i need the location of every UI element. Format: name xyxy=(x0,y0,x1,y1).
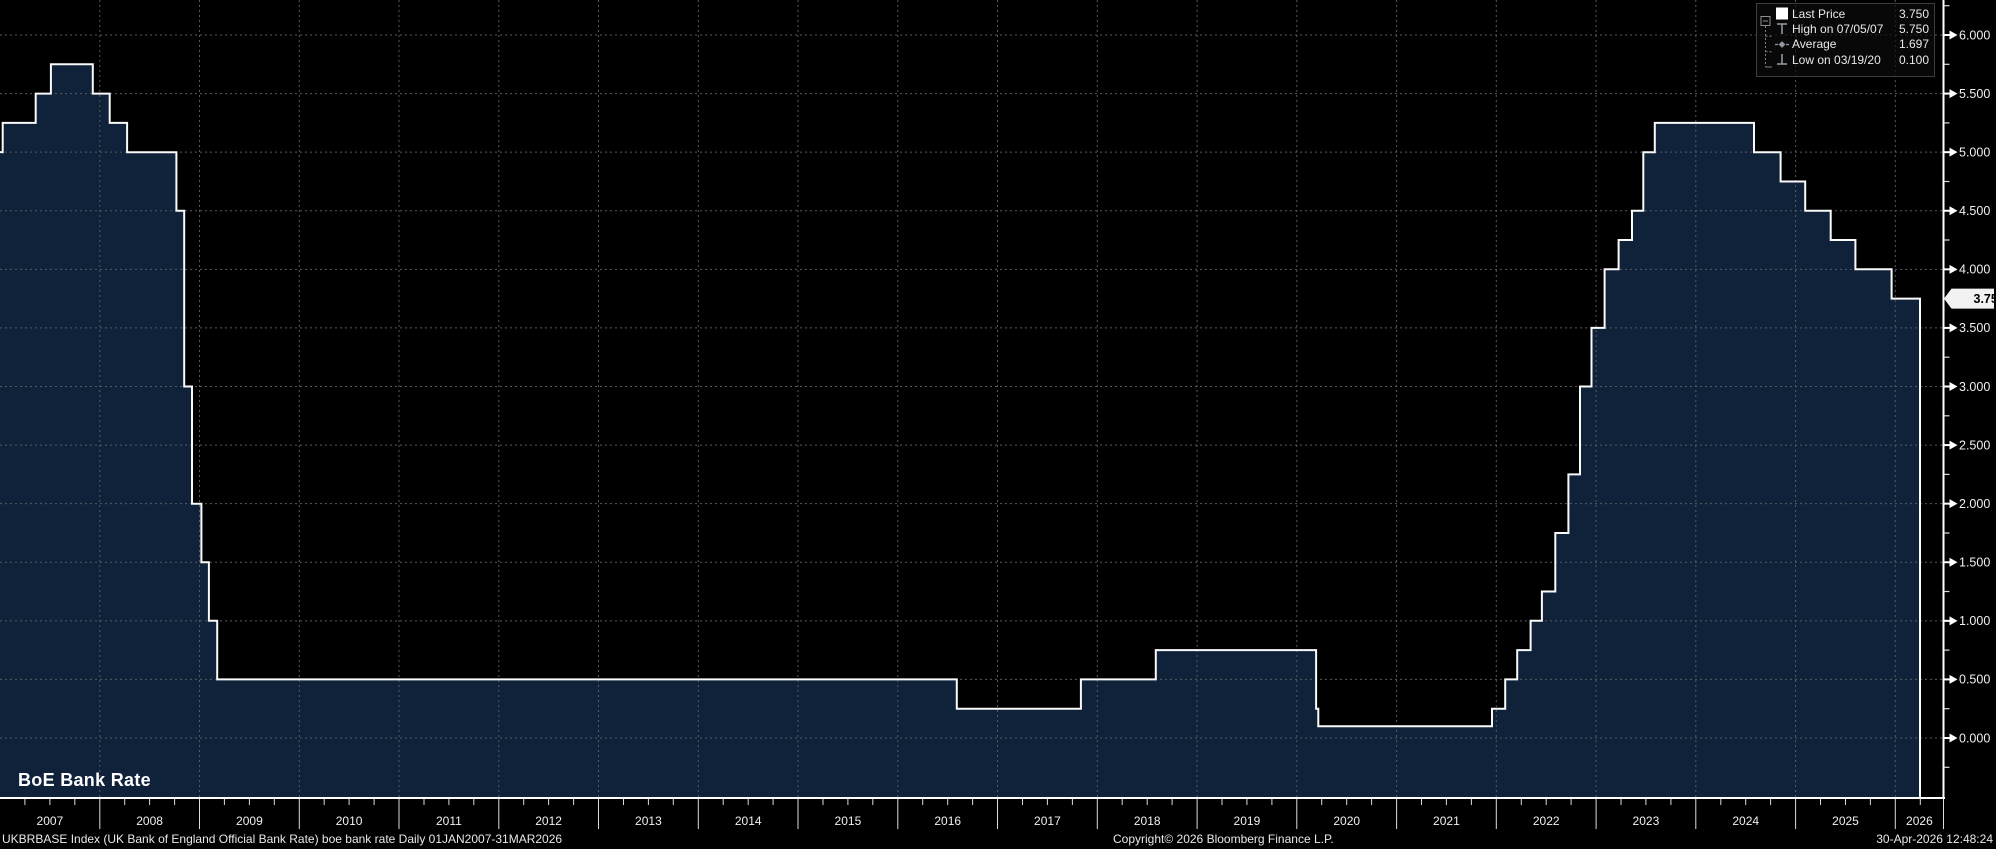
x-year-label: 2011 xyxy=(436,814,462,828)
x-year-label: 2007 xyxy=(37,814,64,828)
y-tick-arrow-icon xyxy=(1950,31,1958,40)
y-tick-arrow-icon xyxy=(1950,382,1958,391)
y-tick-label: 0.500 xyxy=(1959,673,1990,687)
last-price-badge-value: 3.750 xyxy=(1974,292,1996,306)
y-tick-label: 1.000 xyxy=(1959,614,1990,628)
y-tick-arrow-icon xyxy=(1950,206,1958,215)
area-fill xyxy=(0,64,1920,797)
y-tick-arrow-icon xyxy=(1950,265,1958,274)
low-marker-icon xyxy=(1775,53,1791,66)
legend-row-high-on-07-05-07[interactable]: High on 07/05/07 5.750 xyxy=(1757,21,1929,36)
x-year-label: 2020 xyxy=(1333,814,1360,828)
y-tick-label: 0.000 xyxy=(1959,731,1990,745)
bloomberg-chart-window: 2007 2008 2009 2010 2011 2012 2013 2014 2015 2016… xyxy=(0,0,1996,849)
y-tick-label: 1.500 xyxy=(1959,556,1990,570)
x-year-label: 2010 xyxy=(336,814,363,828)
status-security-description: UKBRBASE Index (UK Bank of England Offic… xyxy=(2,832,562,846)
legend-marker-cell xyxy=(1775,53,1792,66)
legend-row-low-on-03-19-20[interactable]: Low on 03/19/20 0.100 xyxy=(1757,52,1929,67)
x-axis: 2007 2008 2009 2010 2011 2012 2013 2014 2015 2016… xyxy=(0,797,1945,829)
x-year-label: 2025 xyxy=(1832,814,1859,828)
legend-value: 1.697 xyxy=(1899,37,1929,51)
x-year-label: 2024 xyxy=(1732,814,1759,828)
high-marker-icon xyxy=(1775,22,1791,35)
legend-label: Average xyxy=(1792,37,1836,51)
legend-marker-cell xyxy=(1775,38,1792,51)
y-tick-arrow-icon xyxy=(1950,499,1958,508)
legend-row-last-price[interactable]: Last Price 3.750 xyxy=(1757,6,1929,21)
x-year-label: 2019 xyxy=(1234,814,1261,828)
status-timestamp: 30-Apr-2026 12:48:24 xyxy=(1876,832,1993,846)
y-tick-label: 3.000 xyxy=(1959,380,1990,394)
y-tick-label: 5.500 xyxy=(1959,87,1990,101)
y-tick-arrow-icon xyxy=(1950,734,1958,743)
legend-value: 5.750 xyxy=(1899,22,1929,36)
y-tick-arrow-icon xyxy=(1950,675,1958,684)
chart-title: BoE Bank Rate xyxy=(18,770,151,791)
y-tick-label: 4.500 xyxy=(1959,204,1990,218)
x-year-label: 2026 xyxy=(1906,814,1933,828)
y-tick-label: 3.500 xyxy=(1959,321,1990,335)
y-tick-arrow-icon xyxy=(1950,323,1958,332)
status-bar: UKBRBASE Index (UK Bank of England Offic… xyxy=(0,831,1996,849)
y-tick-arrow-icon xyxy=(1950,558,1958,567)
last-price-badge: 3.750 xyxy=(1944,289,1996,309)
x-year-label: 2021 xyxy=(1433,814,1460,828)
legend-value: 0.100 xyxy=(1899,53,1929,67)
status-copyright: Copyright© 2026 Bloomberg Finance L.P. xyxy=(1113,832,1334,846)
x-year-label: 2017 xyxy=(1034,814,1061,828)
legend-value: 3.750 xyxy=(1899,7,1929,21)
x-year-label: 2018 xyxy=(1134,814,1161,828)
y-axis: 6.000 5.500 5.000 4.500 4.000 3.500 3.000 2.500… xyxy=(1944,0,1991,799)
legend-row-average[interactable]: Average 1.697 xyxy=(1757,37,1929,52)
y-tick-arrow-icon xyxy=(1950,148,1958,157)
legend-label: High on 07/05/07 xyxy=(1792,22,1883,36)
x-year-label: 2023 xyxy=(1633,814,1660,828)
x-year-label: 2012 xyxy=(535,814,562,828)
swatch-marker-icon xyxy=(1775,7,1791,20)
legend-label: Low on 03/19/20 xyxy=(1792,53,1881,67)
x-year-label: 2013 xyxy=(635,814,662,828)
x-year-label: 2014 xyxy=(735,814,762,828)
legend-box[interactable]: Last Price3.750High on 07/05/075.750Aver… xyxy=(1756,3,1935,77)
legend-label: Last Price xyxy=(1792,7,1845,21)
y-tick-label: 5.000 xyxy=(1959,145,1990,159)
y-tick-label: 4.000 xyxy=(1959,263,1990,277)
x-year-label: 2009 xyxy=(236,814,263,828)
y-tick-arrow-icon xyxy=(1950,89,1958,98)
x-year-label: 2022 xyxy=(1533,814,1560,828)
x-year-label: 2015 xyxy=(835,814,862,828)
legend-marker-cell xyxy=(1775,22,1792,35)
y-tick-label: 6.000 xyxy=(1959,28,1990,42)
average-marker-icon xyxy=(1775,38,1791,51)
y-tick-label: 2.500 xyxy=(1959,438,1990,452)
x-year-label: 2016 xyxy=(934,814,961,828)
legend-rows: Last Price3.750High on 07/05/075.750Aver… xyxy=(1757,6,1929,67)
y-tick-label: 2.000 xyxy=(1959,497,1990,511)
x-year-label: 2008 xyxy=(136,814,163,828)
rate-chart-plot[interactable]: 2007 2008 2009 2010 2011 2012 2013 2014 2015 2016… xyxy=(0,0,1996,849)
y-tick-arrow-icon xyxy=(1950,616,1958,625)
legend-marker-cell xyxy=(1775,7,1792,20)
y-tick-arrow-icon xyxy=(1950,441,1958,450)
